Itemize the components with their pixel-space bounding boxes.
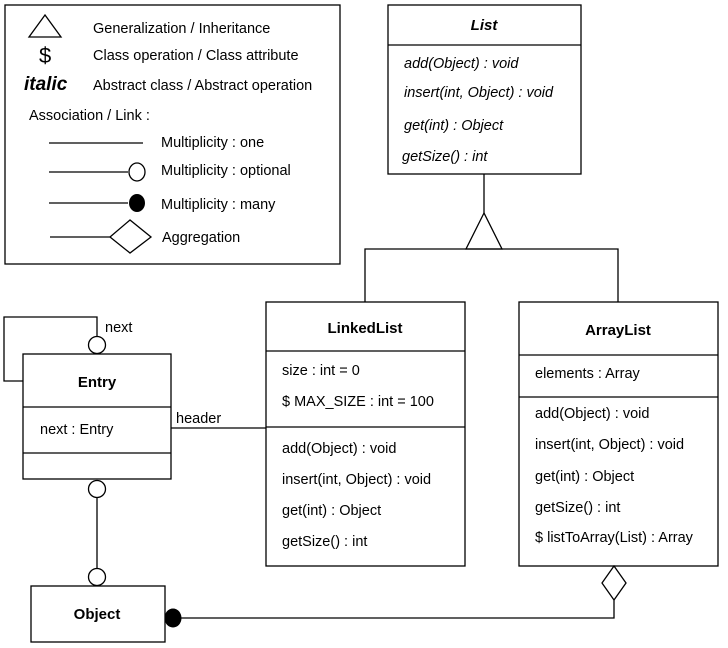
legend-class-op-label: Class operation / Class attribute (93, 48, 299, 64)
arraylist-op: getSize() : int (535, 500, 620, 516)
linkedlist-op: add(Object) : void (282, 441, 396, 457)
list-op: get(int) : Object (404, 118, 504, 134)
aggregation-line (181, 600, 615, 619)
legend-multiplicity-many: Multiplicity : many (161, 197, 276, 213)
legend-association-title: Association / Link : (29, 108, 150, 124)
generalization-relation (364, 174, 619, 302)
many-filled-circle-icon (164, 608, 182, 628)
legend-aggregation: Aggregation (162, 230, 240, 246)
filled-circle-icon (129, 194, 145, 212)
arraylist-op: $ listToArray(List) : Array (535, 530, 694, 546)
italic-sample-icon: italic (24, 74, 68, 95)
arraylist-op: add(Object) : void (535, 406, 649, 422)
class-object-name: Object (74, 606, 121, 623)
class-entry-name: Entry (78, 374, 117, 391)
header-label: header (176, 411, 221, 427)
class-list[interactable]: List add(Object) : void insert(int, Obje… (387, 4, 582, 175)
dollar-icon: $ (39, 43, 51, 68)
optional-circle-icon (87, 567, 107, 587)
aggregation-diamond-icon (601, 564, 627, 602)
optional-circle-icon (87, 335, 107, 355)
generalization-branch (364, 248, 619, 302)
uml-class-diagram: Generalization / Inheritance $ Class ope… (3, 4, 719, 643)
list-op: insert(int, Object) : void (404, 85, 554, 101)
class-entry[interactable]: Entry next : Entry (22, 353, 172, 480)
aggregation-relation (164, 564, 627, 628)
arraylist-op: get(int) : Object (535, 469, 634, 485)
header-association: header (171, 411, 266, 429)
generalization-triangle-icon (464, 211, 504, 250)
entry-attr: next : Entry (40, 422, 114, 438)
class-linkedlist-box[interactable] (265, 301, 466, 567)
linkedlist-attr: $ MAX_SIZE : int = 100 (282, 394, 434, 410)
class-arraylist[interactable]: ArrayList elements : Array add(Object) :… (518, 301, 719, 567)
linkedlist-op: get(int) : Object (282, 503, 381, 519)
linkedlist-op: insert(int, Object) : void (282, 472, 431, 488)
optional-circle-icon (87, 479, 107, 499)
entry-object-association (87, 479, 107, 587)
legend: Generalization / Inheritance $ Class ope… (4, 4, 341, 265)
self-link-label: next (105, 320, 132, 336)
class-arraylist-box[interactable] (518, 301, 719, 567)
class-linkedlist-name: LinkedList (327, 320, 402, 337)
legend-multiplicity-one: Multiplicity : one (161, 135, 264, 151)
legend-abstract-label: Abstract class / Abstract operation (93, 78, 312, 94)
linkedlist-op: getSize() : int (282, 534, 367, 550)
class-entry-box[interactable] (22, 353, 172, 480)
legend-multiplicity-optional: Multiplicity : optional (161, 163, 291, 179)
class-arraylist-name: ArrayList (585, 322, 651, 339)
class-object[interactable]: Object (30, 585, 166, 643)
list-op: getSize() : int (402, 149, 488, 165)
arraylist-attr: elements : Array (535, 366, 641, 382)
class-list-name: List (471, 17, 499, 34)
linkedlist-attr: size : int = 0 (282, 363, 360, 379)
legend-generalization-label: Generalization / Inheritance (93, 21, 270, 37)
class-linkedlist[interactable]: LinkedList size : int = 0 $ MAX_SIZE : i… (265, 301, 466, 567)
open-circle-icon (128, 162, 146, 182)
arraylist-op: insert(int, Object) : void (535, 437, 684, 453)
list-op: add(Object) : void (404, 56, 519, 72)
